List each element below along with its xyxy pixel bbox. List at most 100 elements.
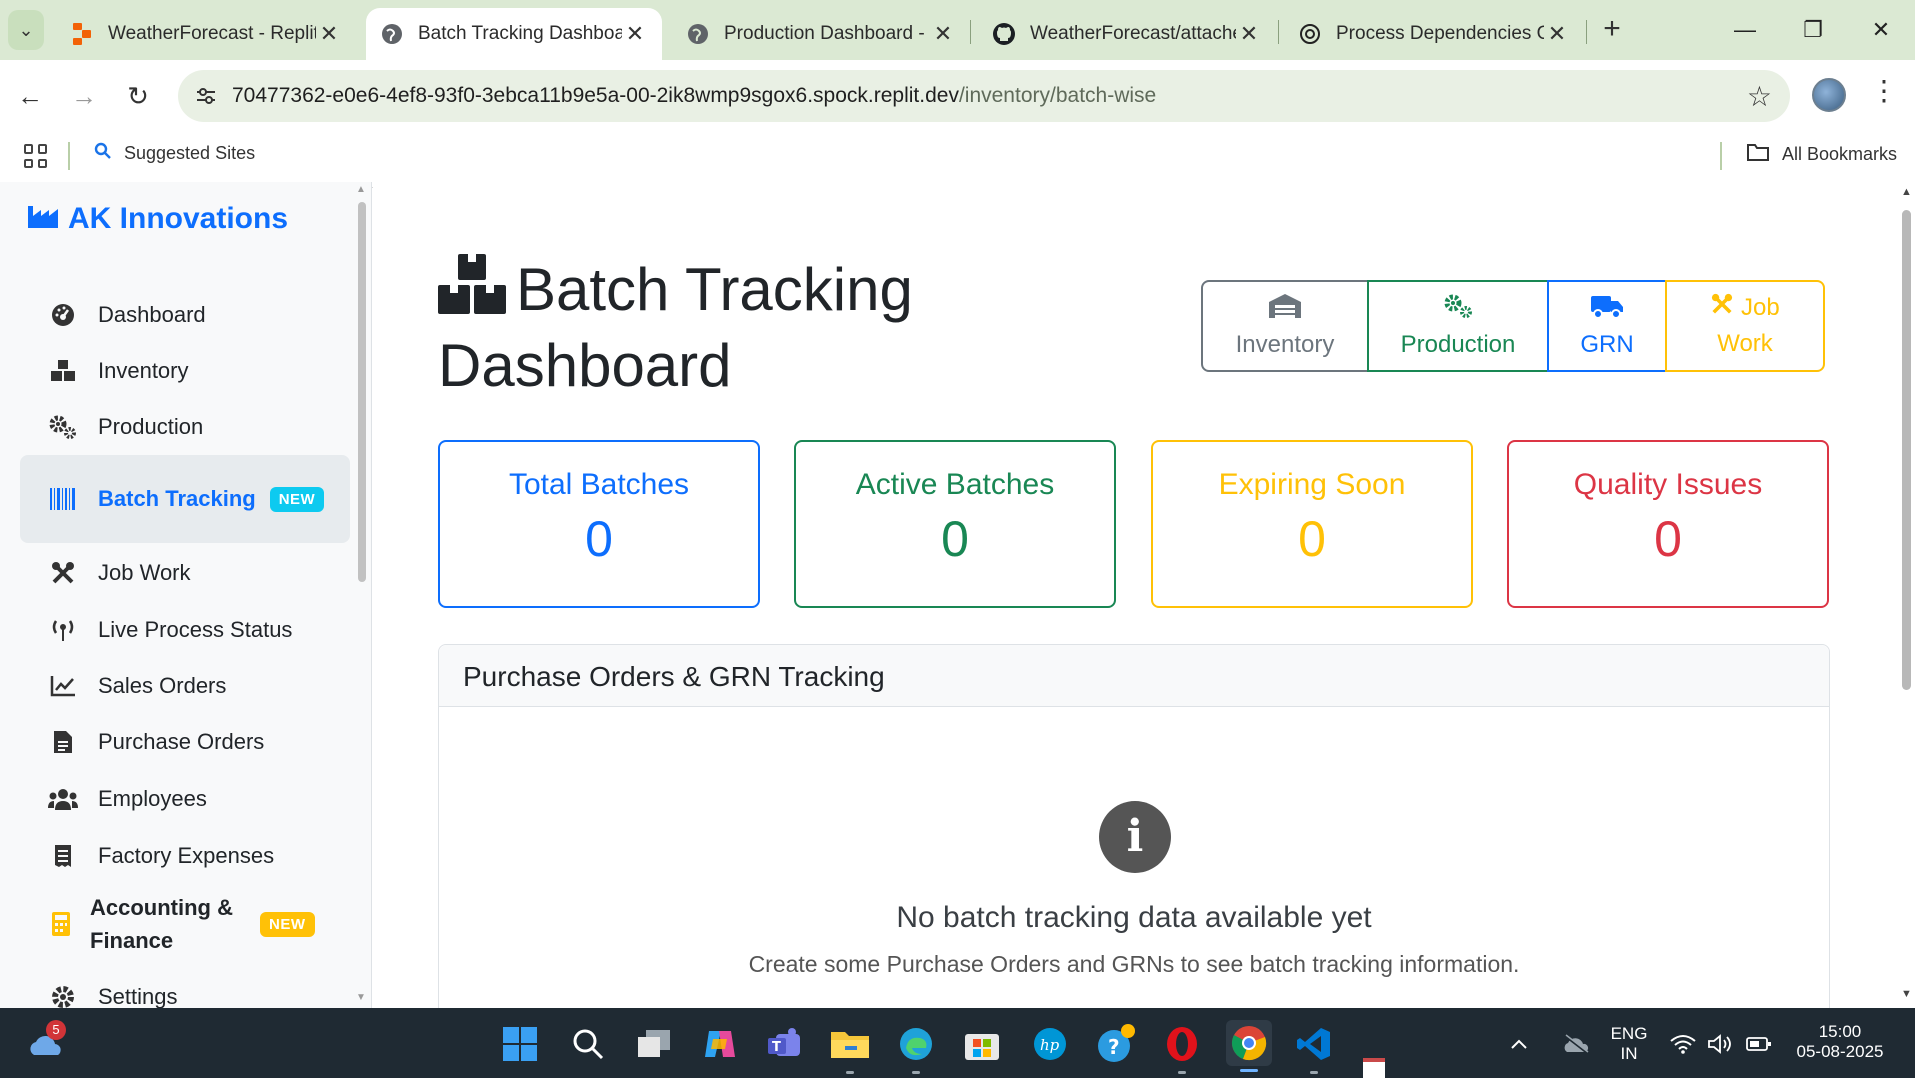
file-explorer-icon[interactable] [830,1024,870,1074]
sidebar: AK Innovations Dashboard Inventory Produ… [0,182,372,1008]
stat-label: Quality Issues [1573,468,1763,501]
profile-avatar[interactable] [1812,78,1846,112]
onedrive-icon[interactable] [1556,1024,1596,1064]
stat-card-total-batches: Total Batches 0 [438,440,760,608]
scroll-up-arrow[interactable]: ▲ [1901,186,1912,198]
running-indicator [1310,1071,1318,1074]
browser-tab[interactable]: Process Dependencies Ov ✕ [1284,8,1584,60]
inventory-link-button[interactable]: Inventory [1201,280,1369,372]
forward-button[interactable]: → [64,76,104,116]
bookmark-suggested-sites[interactable]: Suggested Sites [94,142,255,165]
tab-search-button[interactable]: ⌄ [8,10,44,50]
sidebar-item-employees[interactable]: Employees [20,776,350,822]
sidebar-item-purchase-orders[interactable]: Purchase Orders [20,719,350,765]
sidebar-item-label: Live Process Status [98,617,293,642]
gauge-icon [48,300,78,330]
edge-icon[interactable] [896,1024,936,1074]
tools-icon [1710,293,1734,321]
sidebar-item-dashboard[interactable]: Dashboard [20,292,350,338]
sidebar-item-job-work[interactable]: Job Work [20,550,350,596]
close-icon[interactable]: ✕ [316,21,342,47]
copilot-icon[interactable] [700,1024,740,1064]
sidebar-item-sales-orders[interactable]: Sales Orders [20,663,350,709]
warehouse-icon [1269,293,1301,325]
stat-label: Expiring Soon [1218,468,1406,501]
chevron-up-icon[interactable] [1504,1024,1534,1064]
sidebar-item-label: Production [98,414,204,439]
back-button[interactable]: ← [10,76,50,116]
globe-icon [686,22,710,46]
stat-card-active-batches: Active Batches 0 [794,440,1116,608]
browser-tab[interactable]: WeatherForecast/attache ✕ [978,8,1276,60]
volume-icon[interactable] [1706,1024,1736,1064]
replit-icon [70,22,94,46]
new-tab-button[interactable]: + [1595,12,1629,48]
sidebar-item-production[interactable]: Production [20,404,350,450]
battery-icon[interactable] [1744,1024,1774,1064]
broadcast-icon [48,615,78,645]
main-content: Batch Tracking Dashboard Inventory Produ… [373,182,1898,1008]
close-icon[interactable]: ✕ [1236,21,1262,47]
help-icon[interactable]: ? [1096,1024,1136,1064]
bookmark-divider [1720,142,1722,170]
sidebar-item-settings[interactable]: Settings [20,974,350,1008]
minimize-button[interactable]: — [1720,10,1770,50]
stat-card-quality-issues: Quality Issues 0 [1507,440,1829,608]
sidebar-item-inventory[interactable]: Inventory [20,348,350,394]
scrollbar-thumb[interactable] [1902,210,1911,690]
globe-icon [380,22,404,46]
tools-icon [48,558,78,588]
clock[interactable]: 15:00 05-08-2025 [1780,1022,1900,1062]
restore-button[interactable]: ❐ [1788,10,1838,50]
vscode-icon[interactable] [1294,1024,1334,1074]
browser-menu-icon[interactable]: ⋮ [1870,74,1898,107]
site-settings-icon[interactable] [188,78,224,114]
search-icon[interactable] [568,1024,608,1064]
clock-time: 15:00 [1818,1022,1862,1041]
bookmark-star-icon[interactable]: ☆ [1747,80,1772,113]
button-label: Inventory [1235,330,1335,358]
close-window-button[interactable]: ✕ [1856,10,1906,50]
stat-label: Active Batches [855,468,1055,501]
chrome-icon[interactable] [1226,1020,1272,1072]
sidebar-item-label: Employees [98,786,207,811]
sidebar-item-live-process-status[interactable]: Live Process Status [20,607,350,653]
browser-tab[interactable]: Production Dashboard - I ✕ [672,8,970,60]
apps-grid-icon[interactable] [24,144,48,168]
address-bar[interactable]: 70477362-e0e6-4ef8-93f0-3ebca11b9e5a-00-… [178,70,1790,122]
scroll-down-arrow[interactable]: ▼ [356,992,366,1003]
close-icon[interactable]: ✕ [1544,21,1570,47]
scroll-up-arrow[interactable]: ▲ [356,184,366,195]
opera-icon[interactable] [1162,1024,1202,1074]
production-link-button[interactable]: Production [1367,280,1549,372]
sidebar-item-batch-tracking[interactable]: Batch Tracking NEW [20,455,350,543]
close-icon[interactable]: ✕ [622,21,648,47]
task-view-icon[interactable] [634,1024,674,1064]
tab-title: WeatherForecast/attache [1030,23,1236,44]
microsoft-store-icon[interactable] [962,1024,1002,1064]
hp-icon[interactable]: hp [1030,1024,1070,1064]
windows-start-icon[interactable] [500,1024,540,1064]
sidebar-item-accounting-finance[interactable]: Accounting & Finance NEW [20,886,350,962]
sidebar-item-factory-expenses[interactable]: Factory Expenses [20,833,350,879]
browser-tab-active[interactable]: Batch Tracking Dashboard ✕ [366,8,662,60]
windows-taskbar: 5 T hp ? ENG IN 15:00 05-08-2025 [0,1008,1915,1078]
scroll-down-arrow[interactable]: ▼ [1901,988,1912,1000]
language-indicator[interactable]: ENG IN [1604,1024,1654,1064]
wifi-icon[interactable] [1668,1024,1698,1064]
job-work-link-button[interactable]: Job Work [1665,280,1825,372]
grn-link-button[interactable]: GRN [1547,280,1667,372]
sidebar-scrollbar[interactable] [358,202,366,582]
sidebar-item-label: Sales Orders [98,673,227,698]
notepad-icon[interactable] [1360,1056,1388,1078]
reload-button[interactable]: ↻ [118,76,158,116]
quick-links: Inventory Production GRN Job Work [1201,280,1825,372]
all-bookmarks-button[interactable]: All Bookmarks [1746,142,1897,167]
teams-icon[interactable]: T [764,1024,804,1064]
github-icon [992,22,1016,46]
page-scrollbar[interactable]: ▲ ▼ [1898,182,1915,1008]
brand-link[interactable]: AK Innovations [28,202,288,236]
browser-tab[interactable]: WeatherForecast - Replit ✕ [56,8,356,60]
gears-icon [1442,294,1474,325]
close-icon[interactable]: ✕ [930,21,956,47]
